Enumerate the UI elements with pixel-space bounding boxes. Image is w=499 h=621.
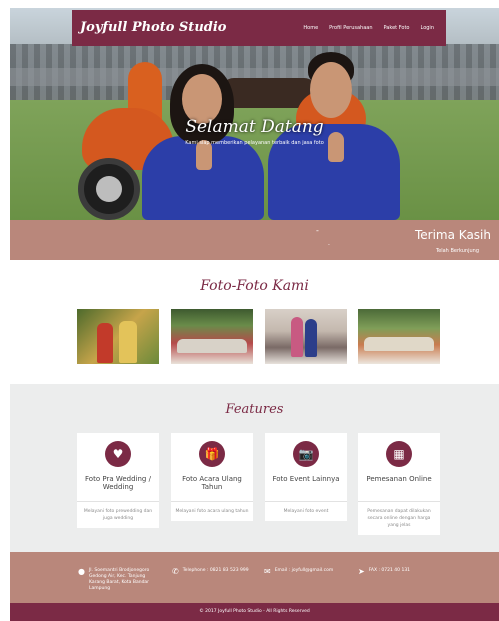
brand-logo[interactable]: Joyfull Photo Studio xyxy=(80,10,226,46)
nav-home[interactable]: Home xyxy=(303,25,318,31)
footer-fax: ➤ FAX : 0721 40 131 xyxy=(358,568,442,576)
feature-title: Foto Pra Wedding / Wedding xyxy=(85,475,151,491)
page: Joyfull Photo Studio Home Profil Perusah… xyxy=(0,0,499,621)
feature-title: Pemesanan Online xyxy=(366,475,432,483)
footer-email-text[interactable]: Email : joyfull@gmail.com xyxy=(275,568,334,574)
phone-icon: ✆ xyxy=(172,567,179,576)
man-face xyxy=(310,62,352,118)
footer-fax-text: FAX : 0721 40 131 xyxy=(368,568,411,573)
map-marker-icon: ● xyxy=(78,567,85,576)
nav-profil-perusahaan[interactable]: Profil Perusahaan xyxy=(329,25,372,31)
features-title: Features xyxy=(225,402,284,417)
footer-email: ✉ Email : joyfull@gmail.com xyxy=(264,568,352,576)
envelope-icon: ✉ xyxy=(264,567,271,576)
copyright: © 2017 Joyfull Photo Studio - All Rights… xyxy=(10,603,499,621)
welcome-heading: Selamat Datang xyxy=(185,117,324,137)
calendar-icon: ▦ xyxy=(386,441,412,467)
feature-description: Melayani foto acara ulang tahun xyxy=(175,509,249,514)
gallery-photo-family[interactable] xyxy=(265,309,347,364)
feature-card-birthday[interactable]: 🎁 Foto Acara Ulang Tahun Melayani foto a… xyxy=(171,433,253,521)
feature-description: Melayani foto prewedding dan juga weddin… xyxy=(83,509,153,521)
feature-description: Melayani foto event xyxy=(283,509,329,514)
gallery-photo-event[interactable] xyxy=(358,309,440,364)
banner-dash-small: - xyxy=(328,242,330,248)
nav-menu: Home Profil Perusahaan Paket Foto Login xyxy=(303,10,434,46)
gallery-photo-wedding[interactable] xyxy=(77,309,159,364)
nav-login[interactable]: Login xyxy=(421,25,435,31)
wheel-hub xyxy=(96,176,122,202)
footer-telephone: ✆ Telephone : 0821 83 523 999 xyxy=(172,568,256,576)
thanks-banner: - - Terima Kasih Telah Berkunjung xyxy=(10,220,499,260)
gallery-title: Foto-Foto Kami xyxy=(200,278,309,294)
feature-description: Pemesanan dapat dilakukan secara online … xyxy=(367,509,431,528)
navbar: Joyfull Photo Studio Home Profil Perusah… xyxy=(72,10,446,46)
banner-subtitle: Telah Berkunjung xyxy=(435,248,479,254)
feature-card-event[interactable]: 📷 Foto Event Lainnya Melayani foto event xyxy=(265,433,347,521)
feature-card-online-order[interactable]: ▦ Pemesanan Online Pemesanan dapat dilak… xyxy=(358,433,440,535)
feature-title: Foto Event Lainnya xyxy=(272,475,340,483)
banner-title: Terima Kasih xyxy=(414,228,491,242)
banner-dash: - xyxy=(316,226,319,235)
feature-card-wedding[interactable]: ♥ Foto Pra Wedding / Wedding Melayani fo… xyxy=(77,433,159,528)
footer-address: ● Jl. Soemantri Brodjonegoro Gedong Air,… xyxy=(78,568,162,592)
welcome-subtext: Kami siap memberikan pelayanan terbaik d… xyxy=(185,140,324,146)
heart-icon: ♥ xyxy=(105,441,131,467)
gallery-photo-group[interactable] xyxy=(171,309,253,364)
send-icon: ➤ xyxy=(358,567,365,576)
gift-icon: 🎁 xyxy=(199,441,225,467)
nav-paket-foto[interactable]: Paket Foto xyxy=(384,25,410,31)
feature-title: Foto Acara Ulang Tahun xyxy=(182,475,242,491)
camera-icon: 📷 xyxy=(293,441,319,467)
footer-telephone-text: Telephone : 0821 83 523 999 xyxy=(182,568,249,573)
footer-address-text: Jl. Soemantri Brodjonegoro Gedong Air, K… xyxy=(88,568,150,591)
